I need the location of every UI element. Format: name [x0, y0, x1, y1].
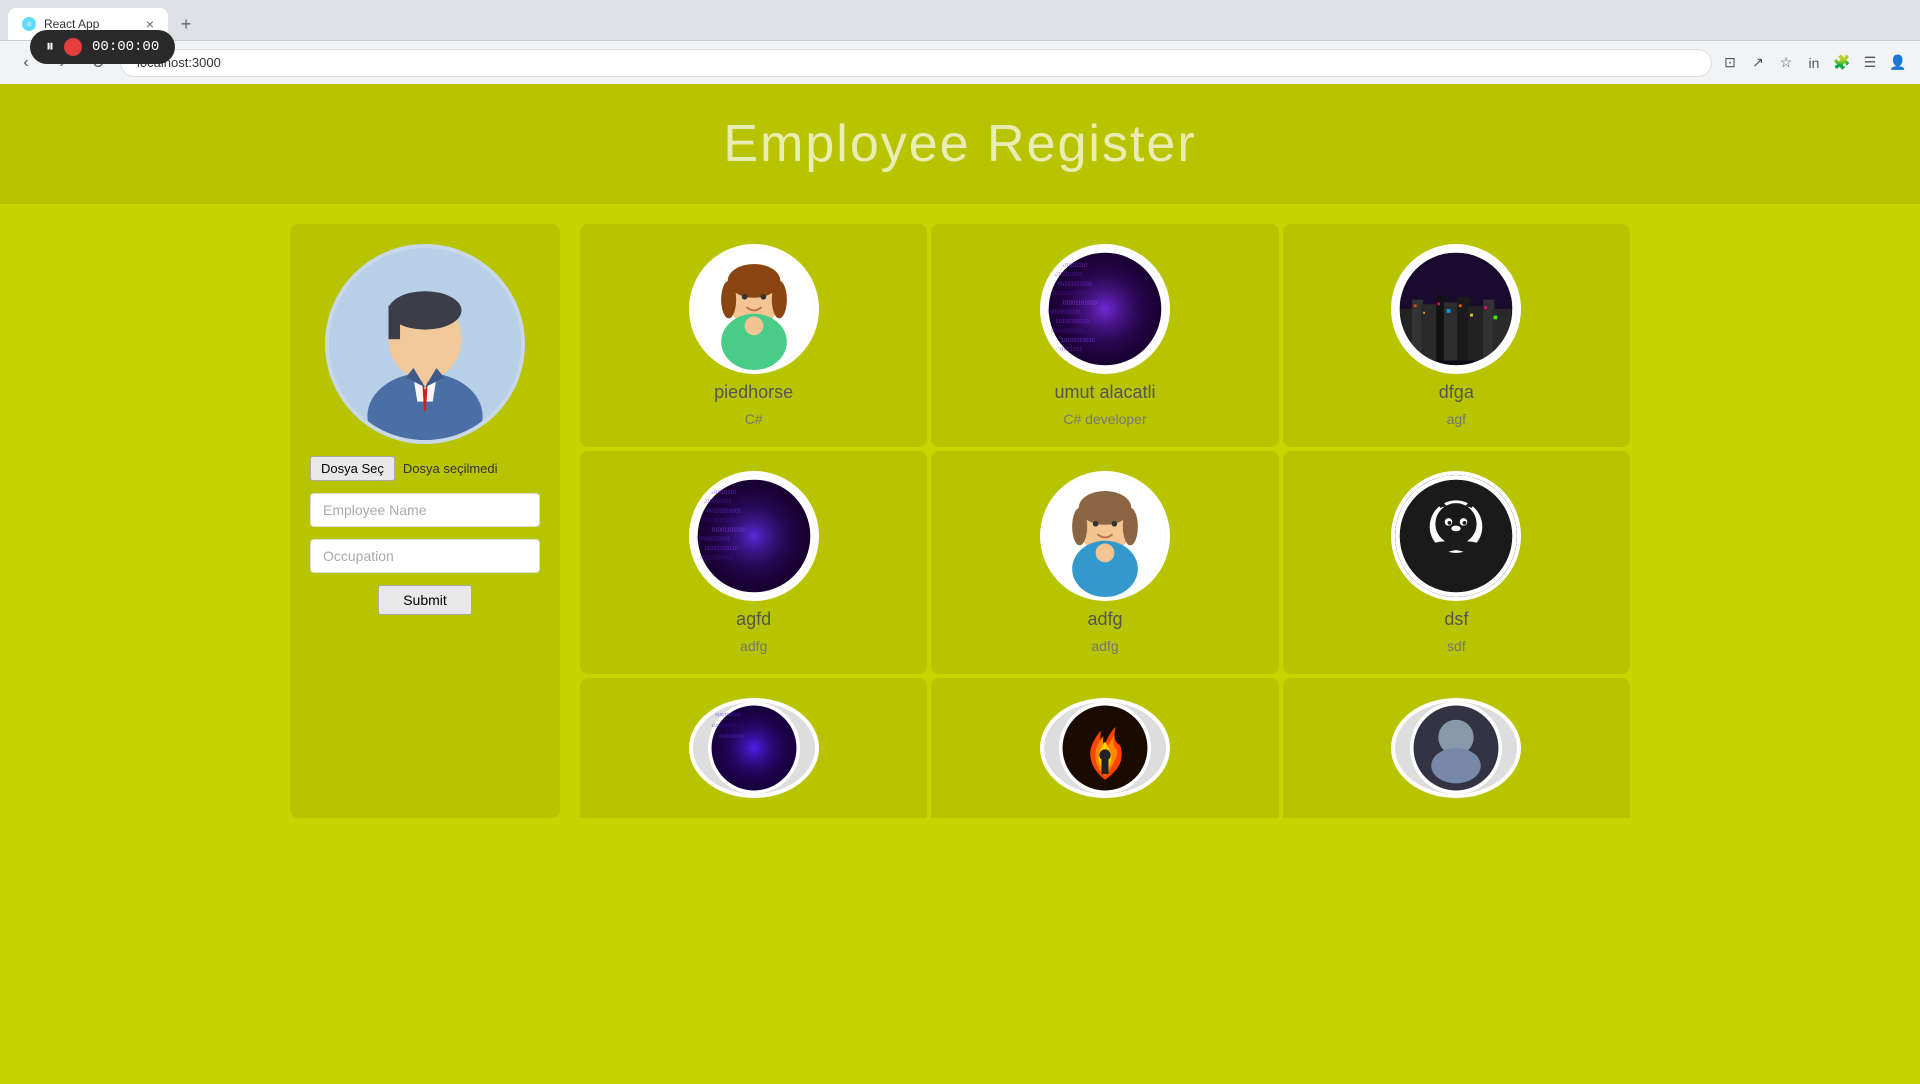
employee-occupation: adfg: [740, 638, 767, 654]
employee-avatar: [1040, 471, 1170, 601]
file-status-label: Dosya seçilmedi: [403, 461, 498, 476]
employee-occupation: agf: [1447, 411, 1466, 427]
pause-icon[interactable]: ⏸: [46, 38, 54, 56]
bookmark-icon[interactable]: ☆: [1776, 53, 1796, 73]
employee-card: dsf sdf: [1283, 451, 1630, 674]
svg-text:10100110010: 10100110010: [1061, 338, 1095, 344]
employee-name: dfga: [1439, 382, 1474, 403]
ext-icon-1[interactable]: 🧩: [1832, 53, 1852, 73]
svg-text:11010100110: 11010100110: [1055, 319, 1089, 325]
employee-avatar: [1391, 698, 1521, 798]
svg-text:01101001011: 01101001011: [1049, 347, 1083, 353]
svg-text:10110010110: 10110010110: [700, 518, 734, 524]
main-content: Dosya Seç Dosya seçilmedi Submit: [0, 224, 1920, 818]
svg-text:10110010110: 10110010110: [1051, 291, 1085, 297]
svg-text:11010100110: 11010100110: [704, 546, 738, 552]
employee-name: dsf: [1444, 609, 1468, 630]
stop-button[interactable]: [64, 38, 82, 56]
employee-avatar: 01001010110 11010010101 00101101001: [689, 698, 819, 798]
browser-chrome: ⚛ React App × + ‹ › ↻ localhost:3000 ⊡ ↗…: [0, 0, 1920, 84]
svg-text:00101101001: 00101101001: [707, 509, 741, 515]
svg-text:11010010101: 11010010101: [697, 499, 731, 505]
avatar-preview: [325, 244, 525, 444]
svg-text:11010010101: 11010010101: [711, 723, 737, 728]
employee-card-partial: [1283, 678, 1630, 818]
tab-title: React App: [44, 17, 99, 31]
svg-text:00110101001: 00110101001: [1051, 328, 1085, 334]
employee-avatar: 01001010110 11010010101 00101101001 1011…: [1040, 244, 1170, 374]
svg-text:01001010110: 01001010110: [715, 712, 741, 717]
employee-card: piedhorse C#: [580, 224, 927, 447]
svg-text:01001010110: 01001010110: [702, 490, 736, 496]
employee-card: dfga agf: [1283, 224, 1630, 447]
registration-form-card: Dosya Seç Dosya seçilmedi Submit: [290, 224, 560, 818]
employee-avatar: [689, 244, 819, 374]
tab-favicon: ⚛: [22, 17, 36, 31]
header-banner: Employee Register: [0, 84, 1920, 204]
employee-occupation: C# developer: [1063, 411, 1146, 427]
ext-icon-2[interactable]: ☰: [1860, 53, 1880, 73]
employee-card-partial: [931, 678, 1278, 818]
file-input-row: Dosya Seç Dosya seçilmedi: [310, 456, 540, 481]
employee-grid: piedhorse C# 0100: [580, 224, 1630, 818]
svg-text:00101101001: 00101101001: [1058, 282, 1092, 288]
new-tab-button[interactable]: +: [172, 10, 200, 38]
employee-occupation: sdf: [1447, 638, 1466, 654]
submit-button[interactable]: Submit: [378, 585, 472, 615]
screenshot-icon[interactable]: ⊡: [1720, 53, 1740, 73]
employee-avatar: [1040, 698, 1170, 798]
svg-text:01001101010: 01001101010: [1063, 300, 1097, 306]
svg-text:10010010101: 10010010101: [1047, 310, 1081, 316]
employee-name: agfd: [736, 609, 771, 630]
linkedin-icon[interactable]: in: [1804, 53, 1824, 73]
employee-name-input[interactable]: [310, 493, 540, 527]
url-bar[interactable]: localhost:3000: [120, 49, 1712, 77]
svg-text:01001101010: 01001101010: [711, 527, 745, 533]
file-choose-button[interactable]: Dosya Seç: [310, 456, 395, 481]
page-content: Employee Register: [0, 84, 1920, 1084]
profile-icon[interactable]: 👤: [1888, 53, 1908, 73]
address-bar: ‹ › ↻ localhost:3000 ⊡ ↗ ☆ in 🧩 ☰ 👤: [0, 40, 1920, 84]
employee-card: 01001010110 11010010101 00101101001 1011…: [931, 224, 1278, 447]
svg-text:10010010101: 10010010101: [695, 537, 729, 543]
svg-text:00110101001: 00110101001: [699, 555, 733, 561]
recording-timer: 00:00:00: [92, 39, 159, 55]
employee-avatar: 01001010110 11010010101 00101101001 1011…: [689, 471, 819, 601]
svg-text:01001010110: 01001010110: [1053, 263, 1087, 269]
employee-avatar: [1391, 244, 1521, 374]
employee-card-partial: 01001010110 11010010101 00101101001: [580, 678, 927, 818]
page-title: Employee Register: [30, 114, 1890, 174]
share-icon[interactable]: ↗: [1748, 53, 1768, 73]
employee-card: adfg adfg: [931, 451, 1278, 674]
recording-overlay: ⏸ 00:00:00: [30, 30, 175, 64]
svg-text:11010010101: 11010010101: [1049, 272, 1083, 278]
svg-text:00101101001: 00101101001: [718, 733, 744, 738]
employee-name: umut alacatli: [1054, 382, 1155, 403]
browser-toolbar: ⊡ ↗ ☆ in 🧩 ☰ 👤: [1720, 53, 1908, 73]
employee-occupation: adfg: [1091, 638, 1118, 654]
employee-name: adfg: [1087, 609, 1122, 630]
occupation-input[interactable]: [310, 539, 540, 573]
employee-name: piedhorse: [714, 382, 793, 403]
tab-bar: ⚛ React App × +: [0, 0, 1920, 40]
employee-occupation: C#: [745, 411, 763, 427]
employee-avatar: [1391, 471, 1521, 601]
employee-card: 01001010110 11010010101 00101101001 1011…: [580, 451, 927, 674]
